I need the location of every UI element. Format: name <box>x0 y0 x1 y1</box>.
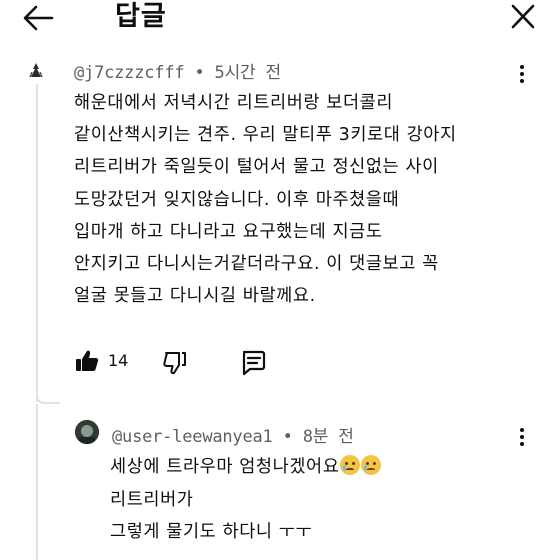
reply-button[interactable] <box>239 348 267 376</box>
thumbs-down-icon <box>163 352 186 375</box>
back-button[interactable] <box>20 4 56 32</box>
reply-meta: @user-leewanyea1 • 8분 전 <box>112 422 354 447</box>
more-options-button[interactable] <box>518 65 526 87</box>
comment-line: 안지키고 다니시는거같더라구요. 이 댓글보고 꼭 <box>74 254 439 275</box>
close-icon <box>511 4 535 29</box>
reply-line: 리트리버가 <box>110 489 194 510</box>
comment-line: 해운대에서 저녁시간 리트리버랑 보더콜리 <box>74 93 394 113</box>
comment-line: 같이산책시키는 견주. 우리 말티푸 3키로대 강아지 <box>74 125 457 146</box>
meta-separator: • <box>282 427 293 447</box>
avatar[interactable] <box>75 420 99 444</box>
kebab-icon <box>518 65 526 83</box>
close-button[interactable] <box>508 3 538 31</box>
meta-separator: • <box>194 63 205 83</box>
like-button[interactable] <box>74 348 100 374</box>
kebab-icon <box>518 428 526 446</box>
page-title: 답글 <box>115 1 167 32</box>
comment-icon <box>242 350 266 376</box>
reply-line: 세상에 트라우마 엄청나겠어요 <box>110 451 530 484</box>
crying-face-icon <box>340 455 361 475</box>
reply-line: 그렇게 물기도 하다니 ㅜㅜ <box>110 522 313 542</box>
comment-author[interactable]: @j7czzzcfff <box>74 63 185 83</box>
reply-line-text: 세상에 트라우마 엄청나겠어요 <box>110 457 340 477</box>
comment-line: 리트리버가 죽일듯이 털어서 물고 정신없는 사이 <box>74 157 439 178</box>
arrow-left-icon <box>23 5 54 31</box>
header: 답글 <box>0 0 560 38</box>
reply-time: 8분 전 <box>302 427 354 447</box>
more-options-button[interactable] <box>518 428 526 450</box>
reply-text: 세상에 트라우마 엄청나겠어요 리트리버가 그렇게 물기도 하다니 ㅜㅜ <box>110 451 530 549</box>
thread-line <box>36 404 38 560</box>
like-count: 14 <box>108 351 129 370</box>
crying-face-icon <box>361 455 382 475</box>
comment-time: 5시간 전 <box>214 63 282 83</box>
reply-author[interactable]: @user-leewanyea1 <box>112 427 273 447</box>
thread-line <box>36 84 38 402</box>
comment-line: 입마개 하고 다니라고 요구했는데 지금도 <box>74 221 383 242</box>
comment-text: 해운대에서 저녁시간 리트리버랑 보더콜리 같이산책시키는 견주. 우리 말티푸… <box>74 87 514 312</box>
dislike-button[interactable] <box>162 350 188 376</box>
comment-line: 얼굴 못들고 다니시길 바랄께요. <box>74 286 316 307</box>
thumbs-up-icon <box>76 350 99 371</box>
thread-connector <box>36 394 60 404</box>
avatar[interactable] <box>25 60 47 82</box>
comment-meta: @j7czzzcfff • 5시간 전 <box>74 58 281 83</box>
comment-line: 도망갔던거 잊지않습니다. 이후 마주쳤을때 <box>74 189 400 210</box>
